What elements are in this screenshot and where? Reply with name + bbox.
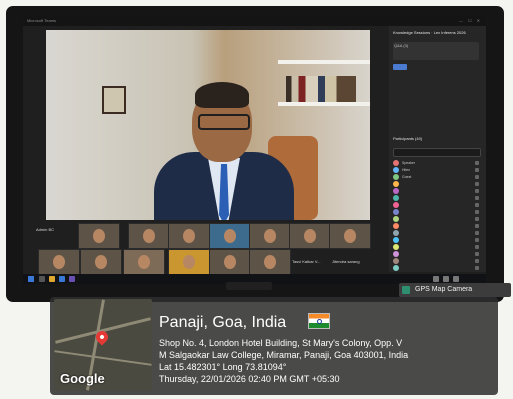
participant-thumbnail[interactable] bbox=[168, 223, 210, 249]
mic-icon[interactable] bbox=[475, 189, 479, 193]
thumbnail-name: Jitendra sarang bbox=[332, 259, 360, 264]
start-icon[interactable] bbox=[28, 276, 34, 282]
monitor-brand-logo bbox=[226, 282, 272, 290]
taskbar-app-icon[interactable] bbox=[39, 276, 45, 282]
participant-avatar bbox=[393, 237, 399, 243]
participant-avatar bbox=[393, 223, 399, 229]
tray-icon[interactable] bbox=[433, 276, 439, 282]
participant-thumbnails: Admin BC Tasvi Katkar V... Jitendra sara… bbox=[28, 213, 371, 275]
window-controls[interactable]: — ☐ ✕ bbox=[459, 16, 482, 26]
mic-icon[interactable] bbox=[475, 203, 479, 207]
panel-title: Knowledge Sessions · Lex Inferens 2026 bbox=[393, 30, 466, 35]
qa-box[interactable]: Q&A (3) bbox=[393, 42, 479, 60]
participant-avatar bbox=[393, 202, 399, 208]
participant-row[interactable] bbox=[393, 265, 481, 273]
mic-icon[interactable] bbox=[475, 196, 479, 200]
participant-thumbnail[interactable] bbox=[128, 223, 170, 249]
participant-name: Speaker bbox=[402, 161, 416, 165]
mic-icon[interactable] bbox=[475, 231, 479, 235]
participant-name: Guest bbox=[402, 175, 412, 179]
gps-camera-chip: GPS Map Camera bbox=[399, 283, 511, 297]
mic-icon[interactable] bbox=[475, 168, 479, 172]
tray-icon[interactable] bbox=[453, 276, 459, 282]
mic-icon[interactable] bbox=[475, 210, 479, 214]
taskbar-app-icon[interactable] bbox=[59, 276, 65, 282]
mic-icon[interactable] bbox=[475, 182, 479, 186]
location-overlay: Google Panaji, Goa, India Shop No. 4, Lo… bbox=[50, 297, 498, 395]
main-video-feed bbox=[46, 30, 370, 220]
participant-avatar bbox=[393, 209, 399, 215]
participant-thumbnail[interactable] bbox=[289, 223, 331, 249]
participant-avatar bbox=[393, 188, 399, 194]
qa-label: Q&A (3) bbox=[394, 43, 409, 48]
participant-avatar bbox=[393, 230, 399, 236]
speaker-glasses bbox=[198, 114, 250, 130]
thumbnail-name: Admin BC bbox=[36, 227, 55, 232]
monitor-screen: Microsoft Teams — ☐ ✕ Admin BC Tasvi Kat… bbox=[23, 16, 486, 284]
tray-icon[interactable] bbox=[443, 276, 449, 282]
participant-thumbnail[interactable] bbox=[168, 249, 210, 275]
participant-avatar bbox=[393, 258, 399, 264]
mic-icon[interactable] bbox=[475, 252, 479, 256]
participant-avatar bbox=[393, 216, 399, 222]
monitor-bezel: Microsoft Teams — ☐ ✕ Admin BC Tasvi Kat… bbox=[6, 6, 504, 302]
mic-icon[interactable] bbox=[475, 245, 479, 249]
bookshelf bbox=[278, 102, 370, 106]
participant-avatar bbox=[393, 195, 399, 201]
india-flag-icon bbox=[308, 313, 330, 329]
datetime: Thursday, 22/01/2026 02:40 PM GMT +05:30 bbox=[159, 374, 340, 384]
taskbar-app-icon[interactable] bbox=[69, 276, 75, 282]
map-road bbox=[54, 350, 152, 366]
google-logo: Google bbox=[60, 371, 105, 386]
participant-thumbnail[interactable] bbox=[209, 249, 251, 275]
lat-long: Lat 15.482301° Long 73.81094° bbox=[159, 362, 287, 372]
wall-frame bbox=[102, 86, 126, 114]
participant-name: Hiten bbox=[402, 168, 411, 172]
side-panel: Knowledge Sessions · Lex Inferens 2026 Q… bbox=[389, 26, 486, 272]
participant-avatar bbox=[393, 244, 399, 250]
participant-thumbnail[interactable] bbox=[249, 249, 291, 275]
participant-avatar bbox=[393, 265, 399, 271]
participant-avatar bbox=[393, 251, 399, 257]
mic-icon[interactable] bbox=[475, 224, 479, 228]
speaker-hair bbox=[195, 82, 249, 108]
mic-icon[interactable] bbox=[475, 175, 479, 179]
participant-thumbnail[interactable] bbox=[78, 223, 120, 249]
participant-thumbnail[interactable] bbox=[209, 223, 251, 249]
participant-avatar bbox=[393, 167, 399, 173]
participant-avatar bbox=[393, 174, 399, 180]
mic-icon[interactable] bbox=[475, 217, 479, 221]
participant-thumbnail[interactable] bbox=[80, 249, 122, 275]
mic-icon[interactable] bbox=[475, 161, 479, 165]
participant-avatar bbox=[393, 181, 399, 187]
address-line-1: Shop No. 4, London Hotel Building, St Ma… bbox=[159, 338, 403, 348]
map-thumbnail: Google bbox=[54, 299, 152, 391]
mic-icon[interactable] bbox=[475, 259, 479, 263]
mic-icon[interactable] bbox=[475, 238, 479, 242]
gps-camera-label: GPS Map Camera bbox=[415, 286, 473, 293]
qa-action-button[interactable] bbox=[393, 64, 407, 70]
address-line-2: M Salgaokar Law College, Miramar, Panaji… bbox=[159, 350, 409, 360]
bookshelf bbox=[278, 60, 370, 64]
window-title: Microsoft Teams bbox=[27, 18, 57, 23]
participant-thumbnail[interactable] bbox=[249, 223, 291, 249]
thumbnail-name: Tasvi Katkar V... bbox=[292, 259, 321, 264]
participant-thumbnail[interactable] bbox=[329, 223, 371, 249]
books bbox=[286, 76, 356, 102]
participant-thumbnail[interactable] bbox=[123, 249, 165, 275]
window-titlebar: Microsoft Teams — ☐ ✕ bbox=[23, 16, 486, 26]
participant-thumbnail[interactable] bbox=[38, 249, 80, 275]
participant-avatar bbox=[393, 160, 399, 166]
gps-camera-icon bbox=[402, 286, 410, 294]
participant-search-input[interactable] bbox=[393, 148, 481, 157]
taskbar-app-icon[interactable] bbox=[49, 276, 55, 282]
mic-icon[interactable] bbox=[475, 266, 479, 270]
location-title: Panaji, Goa, India bbox=[159, 314, 287, 331]
participants-heading: Participants (40) bbox=[393, 136, 423, 141]
